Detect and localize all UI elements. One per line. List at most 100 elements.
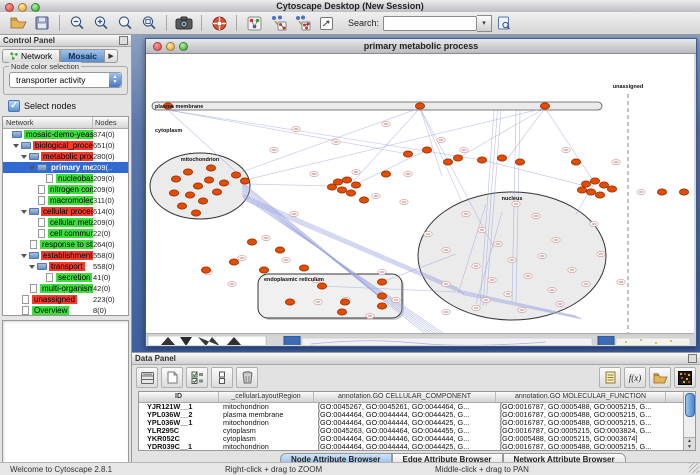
matrix-icon (678, 371, 692, 385)
edge (245, 108, 545, 180)
new-attribute-button[interactable] (161, 367, 183, 388)
layout-nodes-button[interactable] (266, 13, 290, 33)
table-row[interactable]: YDR039C__1mitochondrion[GO:0044464, GO:0… (139, 443, 684, 451)
tree-row[interactable]: cellular metabol209(0) (3, 217, 128, 228)
float-panel-icon[interactable] (119, 36, 128, 45)
network-view-window[interactable]: primary metabolic process plasma membran… (145, 38, 697, 347)
tree-row[interactable]: response to stimul264(0) (3, 239, 128, 250)
attribute-list-button[interactable] (599, 367, 621, 388)
tree-row-label: cell communicat (48, 229, 93, 238)
network-graph[interactable]: plasma membranecytoplasmmitochondrionnuc… (146, 54, 694, 333)
search-input[interactable] (383, 16, 477, 31)
table-row[interactable]: YPL036W__1mitochondrion[GO:0044464, GO:0… (139, 419, 684, 427)
minimize-view-button[interactable] (166, 42, 175, 51)
tree-row[interactable]: macromolecule311(0) (3, 195, 128, 206)
network-window-controls[interactable] (153, 42, 188, 51)
tree-row[interactable]: multi-organism pro42(0) (3, 283, 128, 294)
delete-attribute-button[interactable] (236, 367, 258, 388)
close-view-button[interactable] (153, 42, 162, 51)
scrollbar-thumb[interactable] (685, 393, 695, 417)
function-builder-button[interactable]: f(x) (624, 367, 646, 388)
select-nodes-checkbox[interactable]: ✓ (8, 100, 20, 112)
node-color-dropdown[interactable]: transporter activity ▲▼ (9, 72, 122, 88)
tree-row[interactable]: nucleobase-209(0) (3, 173, 128, 184)
tree-row-node-count: 558(0) (93, 251, 128, 260)
node-selected (679, 189, 688, 195)
tree-column-network[interactable]: Network (3, 117, 93, 128)
node-selected (443, 159, 452, 165)
attribute-table-header[interactable]: ID_cellularLayoutRegionannotation.GO CEL… (139, 392, 684, 403)
table-row[interactable]: YJR121W__1mitochondrion[GO:0045267, GO:0… (139, 403, 684, 411)
network-canvas[interactable]: plasma membranecytoplasmmitochondrionnuc… (146, 54, 694, 334)
attribute-grid[interactable]: ID_cellularLayoutRegionannotation.GO CEL… (139, 392, 684, 450)
float-panel-icon[interactable] (688, 354, 697, 363)
expand-arrow-icon[interactable] (21, 254, 27, 258)
snapshot-button[interactable] (172, 13, 196, 33)
unselect-attributes-button[interactable] (211, 367, 233, 388)
tab-overflow-button[interactable]: ▶ (105, 49, 118, 63)
table-cell: mitochondrion (219, 443, 314, 451)
tree-row[interactable]: establishment of lo558(0) (3, 250, 128, 261)
tree-header[interactable]: Network Nodes (3, 117, 128, 129)
minimize-window-button[interactable] (18, 3, 27, 12)
expand-arrow-icon[interactable] (21, 210, 27, 214)
table-row[interactable]: YPL036W__2plasma membrane[GO:0044464, GO… (139, 411, 684, 419)
column-header[interactable]: ID (139, 392, 219, 402)
tree-row[interactable]: primary metabo209(.. (3, 162, 128, 173)
tree-row[interactable]: metabolic process280(0) (3, 151, 128, 162)
column-header[interactable]: annotation.GO MOLECULAR_FUNCTION (496, 392, 666, 402)
zoom-view-button[interactable] (179, 42, 188, 51)
data-panel-header: Data Panel (132, 353, 700, 365)
tree-row[interactable]: biological_process651(0) (3, 140, 128, 151)
tab-network[interactable]: Network (2, 49, 60, 63)
scrollbar-arrows[interactable]: ▲▼ (684, 437, 695, 450)
zoom-fit-button[interactable] (137, 13, 161, 33)
tree-row[interactable]: cell communicat22(0) (3, 228, 128, 239)
expand-arrow-icon[interactable] (21, 155, 27, 159)
zoom-selected-button[interactable] (113, 13, 137, 33)
open-file-button[interactable] (6, 13, 30, 33)
tree-row[interactable]: cellular process614(0) (3, 206, 128, 217)
node-selected (403, 151, 412, 157)
close-window-button[interactable] (5, 3, 14, 12)
zoom-selected-icon (117, 15, 133, 31)
attribute-matrix-button[interactable] (674, 367, 696, 388)
resize-grip[interactable] (689, 463, 699, 473)
annotation-button[interactable] (314, 13, 338, 33)
attribute-grid-button[interactable] (136, 367, 158, 388)
layout-network-button[interactable] (290, 13, 314, 33)
tree-row[interactable]: Overview8(0) (3, 305, 128, 316)
tree-row[interactable]: unassigned223(0) (3, 294, 128, 305)
zoom-window-button[interactable] (31, 3, 40, 12)
search-dropdown-button[interactable]: ▾ (477, 15, 492, 32)
zoom-out-button[interactable] (65, 13, 89, 33)
tree-row[interactable]: nitrogen compo209(0) (3, 184, 128, 195)
import-attributes-button[interactable] (649, 367, 671, 388)
zoom-in-button[interactable] (89, 13, 113, 33)
column-header[interactable]: _cellularLayoutRegion (219, 392, 314, 402)
control-panel-header: Control Panel (0, 35, 131, 47)
table-vertical-scrollbar[interactable]: ▲▼ (683, 392, 695, 450)
help-button[interactable] (207, 13, 231, 33)
vizmapper-button[interactable] (242, 13, 266, 33)
edge (236, 108, 420, 174)
tab-mosaic[interactable]: Mosaic (60, 49, 105, 63)
tree-row[interactable]: secretion41(0) (3, 272, 128, 283)
column-header[interactable]: annotation.GO CELLULAR_COMPONENT (314, 392, 496, 402)
expand-arrow-icon[interactable] (29, 265, 35, 269)
expand-arrow-icon[interactable] (29, 166, 35, 170)
table-cell: mitochondrion (219, 419, 314, 427)
tree-row[interactable]: transport558(0) (3, 261, 128, 272)
tree-column-nodes[interactable]: Nodes (93, 117, 128, 128)
window-controls[interactable] (5, 3, 40, 12)
network-window-titlebar[interactable]: primary metabolic process (146, 39, 696, 54)
table-row[interactable]: YLR295Ccytoplasm[GO:0045263, GO:0044464,… (139, 427, 684, 435)
node-selected (337, 309, 346, 315)
table-row[interactable]: YKR052Ccytoplasm[GO:0044464, GO:0044446,… (139, 435, 684, 443)
search-index-button[interactable] (492, 13, 516, 33)
select-attributes-button[interactable] (186, 367, 208, 388)
save-session-button[interactable] (30, 13, 54, 33)
birds-eye-view-panel[interactable] (2, 320, 129, 472)
tree-row[interactable]: mosaic-demo-yeast874(0) (3, 129, 128, 140)
expand-arrow-icon[interactable] (13, 144, 19, 148)
